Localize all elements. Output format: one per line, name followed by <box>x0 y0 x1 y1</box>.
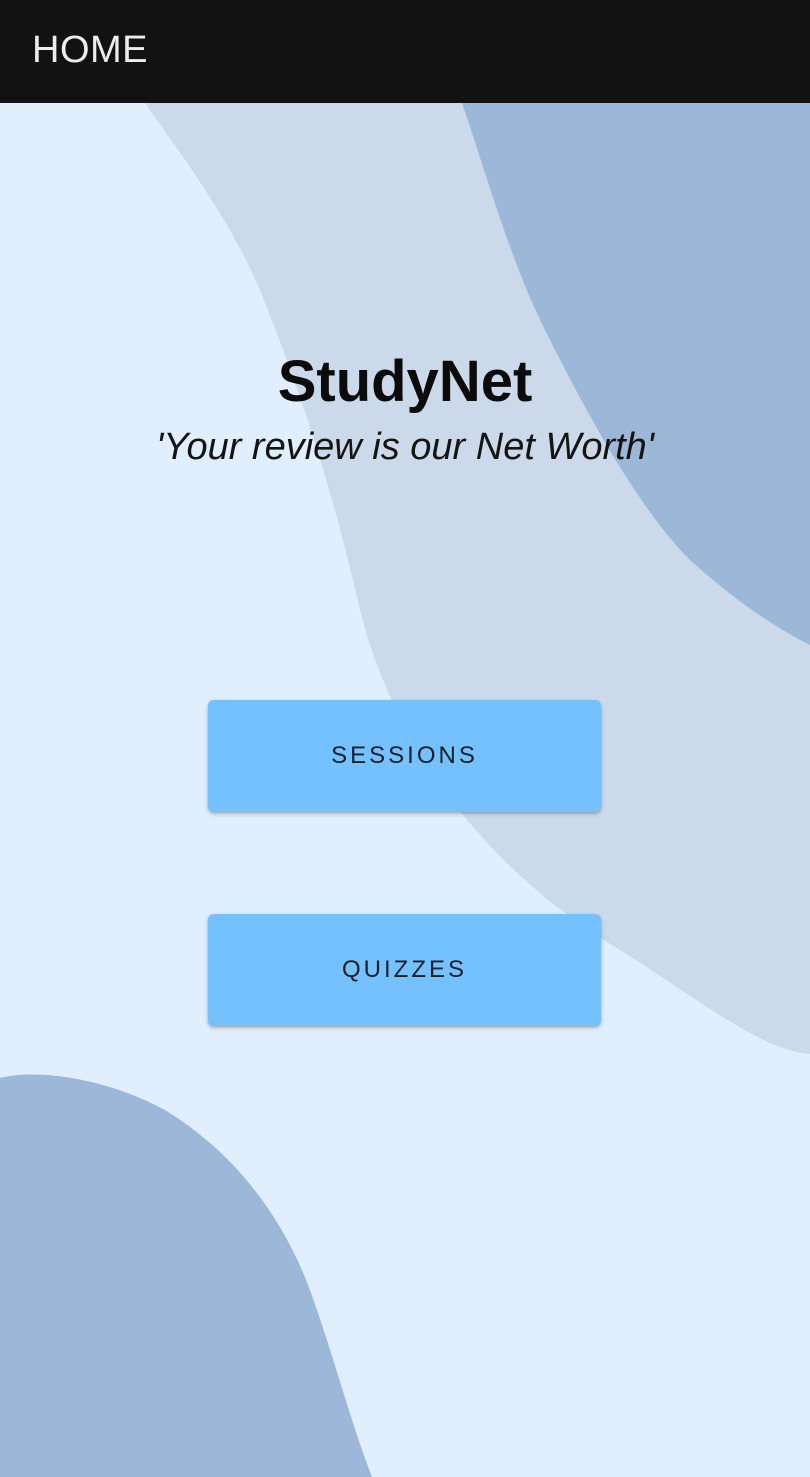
quizzes-button[interactable]: QUIZZES <box>208 914 601 1026</box>
app-tagline: 'Your review is our Net Worth' <box>155 426 655 468</box>
app-title: StudyNet <box>277 349 533 414</box>
app-bar: HOME <box>0 0 810 103</box>
sessions-button-label: SESSIONS <box>331 742 478 769</box>
main-content: StudyNet 'Your review is our Net Worth' … <box>0 0 810 1477</box>
sessions-button[interactable]: SESSIONS <box>208 700 601 812</box>
quizzes-button-label: QUIZZES <box>341 956 467 983</box>
app-bar-title: HOME <box>32 29 148 71</box>
home-screen: HOME StudyNet 'Your review is our Net Wo… <box>0 0 810 1477</box>
